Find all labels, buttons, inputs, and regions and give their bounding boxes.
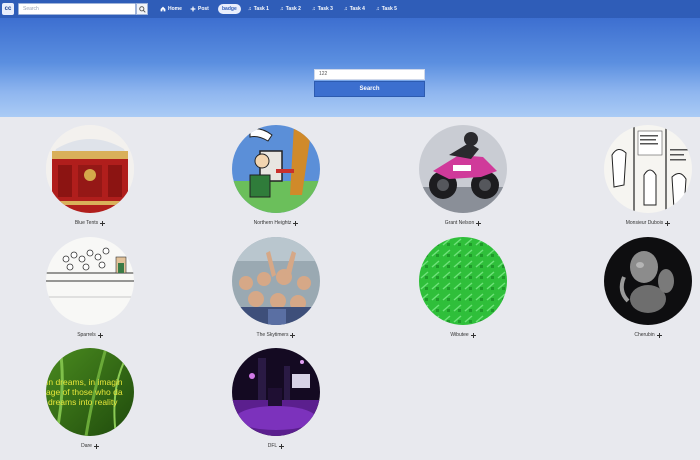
- hero-search-button[interactable]: Search: [314, 81, 425, 97]
- add-icon[interactable]: [100, 220, 106, 226]
- music-note-icon: ♫: [376, 6, 380, 12]
- nav-task-3[interactable]: ♫ Task 3: [312, 5, 333, 13]
- grant-nelson-image: [419, 125, 507, 213]
- card-title[interactable]: Wibutee: [450, 332, 468, 338]
- card-title[interactable]: Northern Heightz: [254, 220, 292, 226]
- card-label: Wibutee: [403, 332, 523, 338]
- add-icon[interactable]: [470, 332, 476, 338]
- add-icon[interactable]: [290, 332, 296, 338]
- nav-task-2[interactable]: ♫ Task 2: [280, 5, 301, 13]
- card-wibutee[interactable]: Wibutee: [403, 237, 523, 338]
- cherubin-image: [604, 237, 692, 325]
- blue-tents-image: [46, 125, 134, 213]
- nav-badge[interactable]: badge: [218, 4, 241, 14]
- dare-overlay-line: dreams into reality: [48, 397, 118, 407]
- sparrels-image: [46, 237, 134, 325]
- card-image[interactable]: [46, 125, 134, 213]
- card-the-skytimers[interactable]: The Skytimers: [216, 237, 336, 338]
- card-image[interactable]: In dreams, in imagin age of those who da…: [46, 348, 134, 436]
- card-label: Northern Heightz: [216, 220, 336, 226]
- card-cherubin[interactable]: Cherubin: [588, 237, 700, 338]
- northern-heightz-image: [232, 125, 320, 213]
- card-sparrels[interactable]: Sparrels: [30, 237, 150, 338]
- card-label: The Skytimers: [216, 332, 336, 338]
- nav-task-4[interactable]: ♫ Task 4: [344, 5, 365, 13]
- add-icon[interactable]: [665, 220, 671, 226]
- card-image[interactable]: [604, 237, 692, 325]
- site-logo[interactable]: cc: [2, 3, 14, 15]
- nav-task-3-label: Task 3: [317, 6, 333, 12]
- nav-task-1[interactable]: ♫ Task 1: [248, 5, 269, 13]
- hero-search-input[interactable]: 122: [314, 69, 425, 80]
- add-icon[interactable]: [97, 332, 103, 338]
- search-icon: [138, 5, 146, 13]
- card-image[interactable]: [604, 125, 692, 213]
- card-image[interactable]: [46, 237, 134, 325]
- add-icon[interactable]: [93, 443, 99, 449]
- music-note-icon: ♫: [248, 6, 252, 12]
- nav-task-5-label: Task 5: [381, 6, 397, 12]
- nav-search-button[interactable]: [136, 3, 148, 15]
- nav-task-1-label: Task 1: [253, 6, 269, 12]
- nav-search-input[interactable]: Search: [18, 3, 136, 15]
- card-label: Monsieur Dubois: [588, 220, 700, 226]
- card-image[interactable]: [419, 125, 507, 213]
- nav-post-label: Post: [198, 6, 209, 12]
- the-skytimers-image: [232, 237, 320, 325]
- plus-icon: [190, 6, 196, 12]
- dfl-image: [232, 348, 320, 436]
- home-icon: [160, 6, 166, 12]
- nav-task-5[interactable]: ♫ Task 5: [376, 5, 397, 13]
- dare-overlay-line: age of those who da: [46, 387, 123, 397]
- dare-image: In dreams, in imagin age of those who da…: [46, 348, 134, 436]
- card-title[interactable]: Sparrels: [77, 332, 96, 338]
- add-icon[interactable]: [293, 220, 299, 226]
- card-image[interactable]: [232, 348, 320, 436]
- nav-home-label: Home: [168, 6, 182, 12]
- card-monsieur-dubois[interactable]: Monsieur Dubois: [588, 125, 700, 226]
- card-title[interactable]: Dare: [81, 443, 92, 449]
- card-dare[interactable]: In dreams, in imagin age of those who da…: [30, 348, 150, 449]
- card-image[interactable]: [232, 125, 320, 213]
- card-title[interactable]: Cherubin: [634, 332, 654, 338]
- top-nav-bar: cc Search Home Post badge ♫ Task 1 ♫ Tas…: [0, 0, 700, 18]
- card-title[interactable]: Grant Nelson: [445, 220, 474, 226]
- monsieur-dubois-image: [604, 125, 692, 213]
- hero-banner: 122 Search: [0, 18, 700, 117]
- wibutee-image: [419, 237, 507, 325]
- card-blue-tents[interactable]: Blue Tents: [30, 125, 150, 226]
- add-icon[interactable]: [476, 220, 482, 226]
- card-title[interactable]: DFL: [268, 443, 277, 449]
- music-note-icon: ♫: [280, 6, 284, 12]
- music-note-icon: ♫: [312, 6, 316, 12]
- card-grant-nelson[interactable]: Grant Nelson: [403, 125, 523, 226]
- card-title[interactable]: The Skytimers: [257, 332, 289, 338]
- card-label: Dare: [30, 443, 150, 449]
- card-image[interactable]: [232, 237, 320, 325]
- card-title[interactable]: Blue Tents: [75, 220, 98, 226]
- nav-home[interactable]: Home: [160, 5, 182, 13]
- dare-overlay-line: In dreams, in imagin: [46, 377, 123, 387]
- music-note-icon: ♫: [344, 6, 348, 12]
- card-dfl[interactable]: DFL: [216, 348, 336, 449]
- card-label: Grant Nelson: [403, 220, 523, 226]
- nav-post[interactable]: Post: [190, 5, 209, 13]
- nav-task-2-label: Task 2: [285, 6, 301, 12]
- card-label: Sparrels: [30, 332, 150, 338]
- card-image[interactable]: [419, 237, 507, 325]
- nav-task-4-label: Task 4: [349, 6, 365, 12]
- card-label: DFL: [216, 443, 336, 449]
- card-label: Cherubin: [588, 332, 700, 338]
- card-title[interactable]: Monsieur Dubois: [626, 220, 664, 226]
- add-icon[interactable]: [279, 443, 285, 449]
- card-label: Blue Tents: [30, 220, 150, 226]
- card-northern-heightz[interactable]: Northern Heightz: [216, 125, 336, 226]
- add-icon[interactable]: [656, 332, 662, 338]
